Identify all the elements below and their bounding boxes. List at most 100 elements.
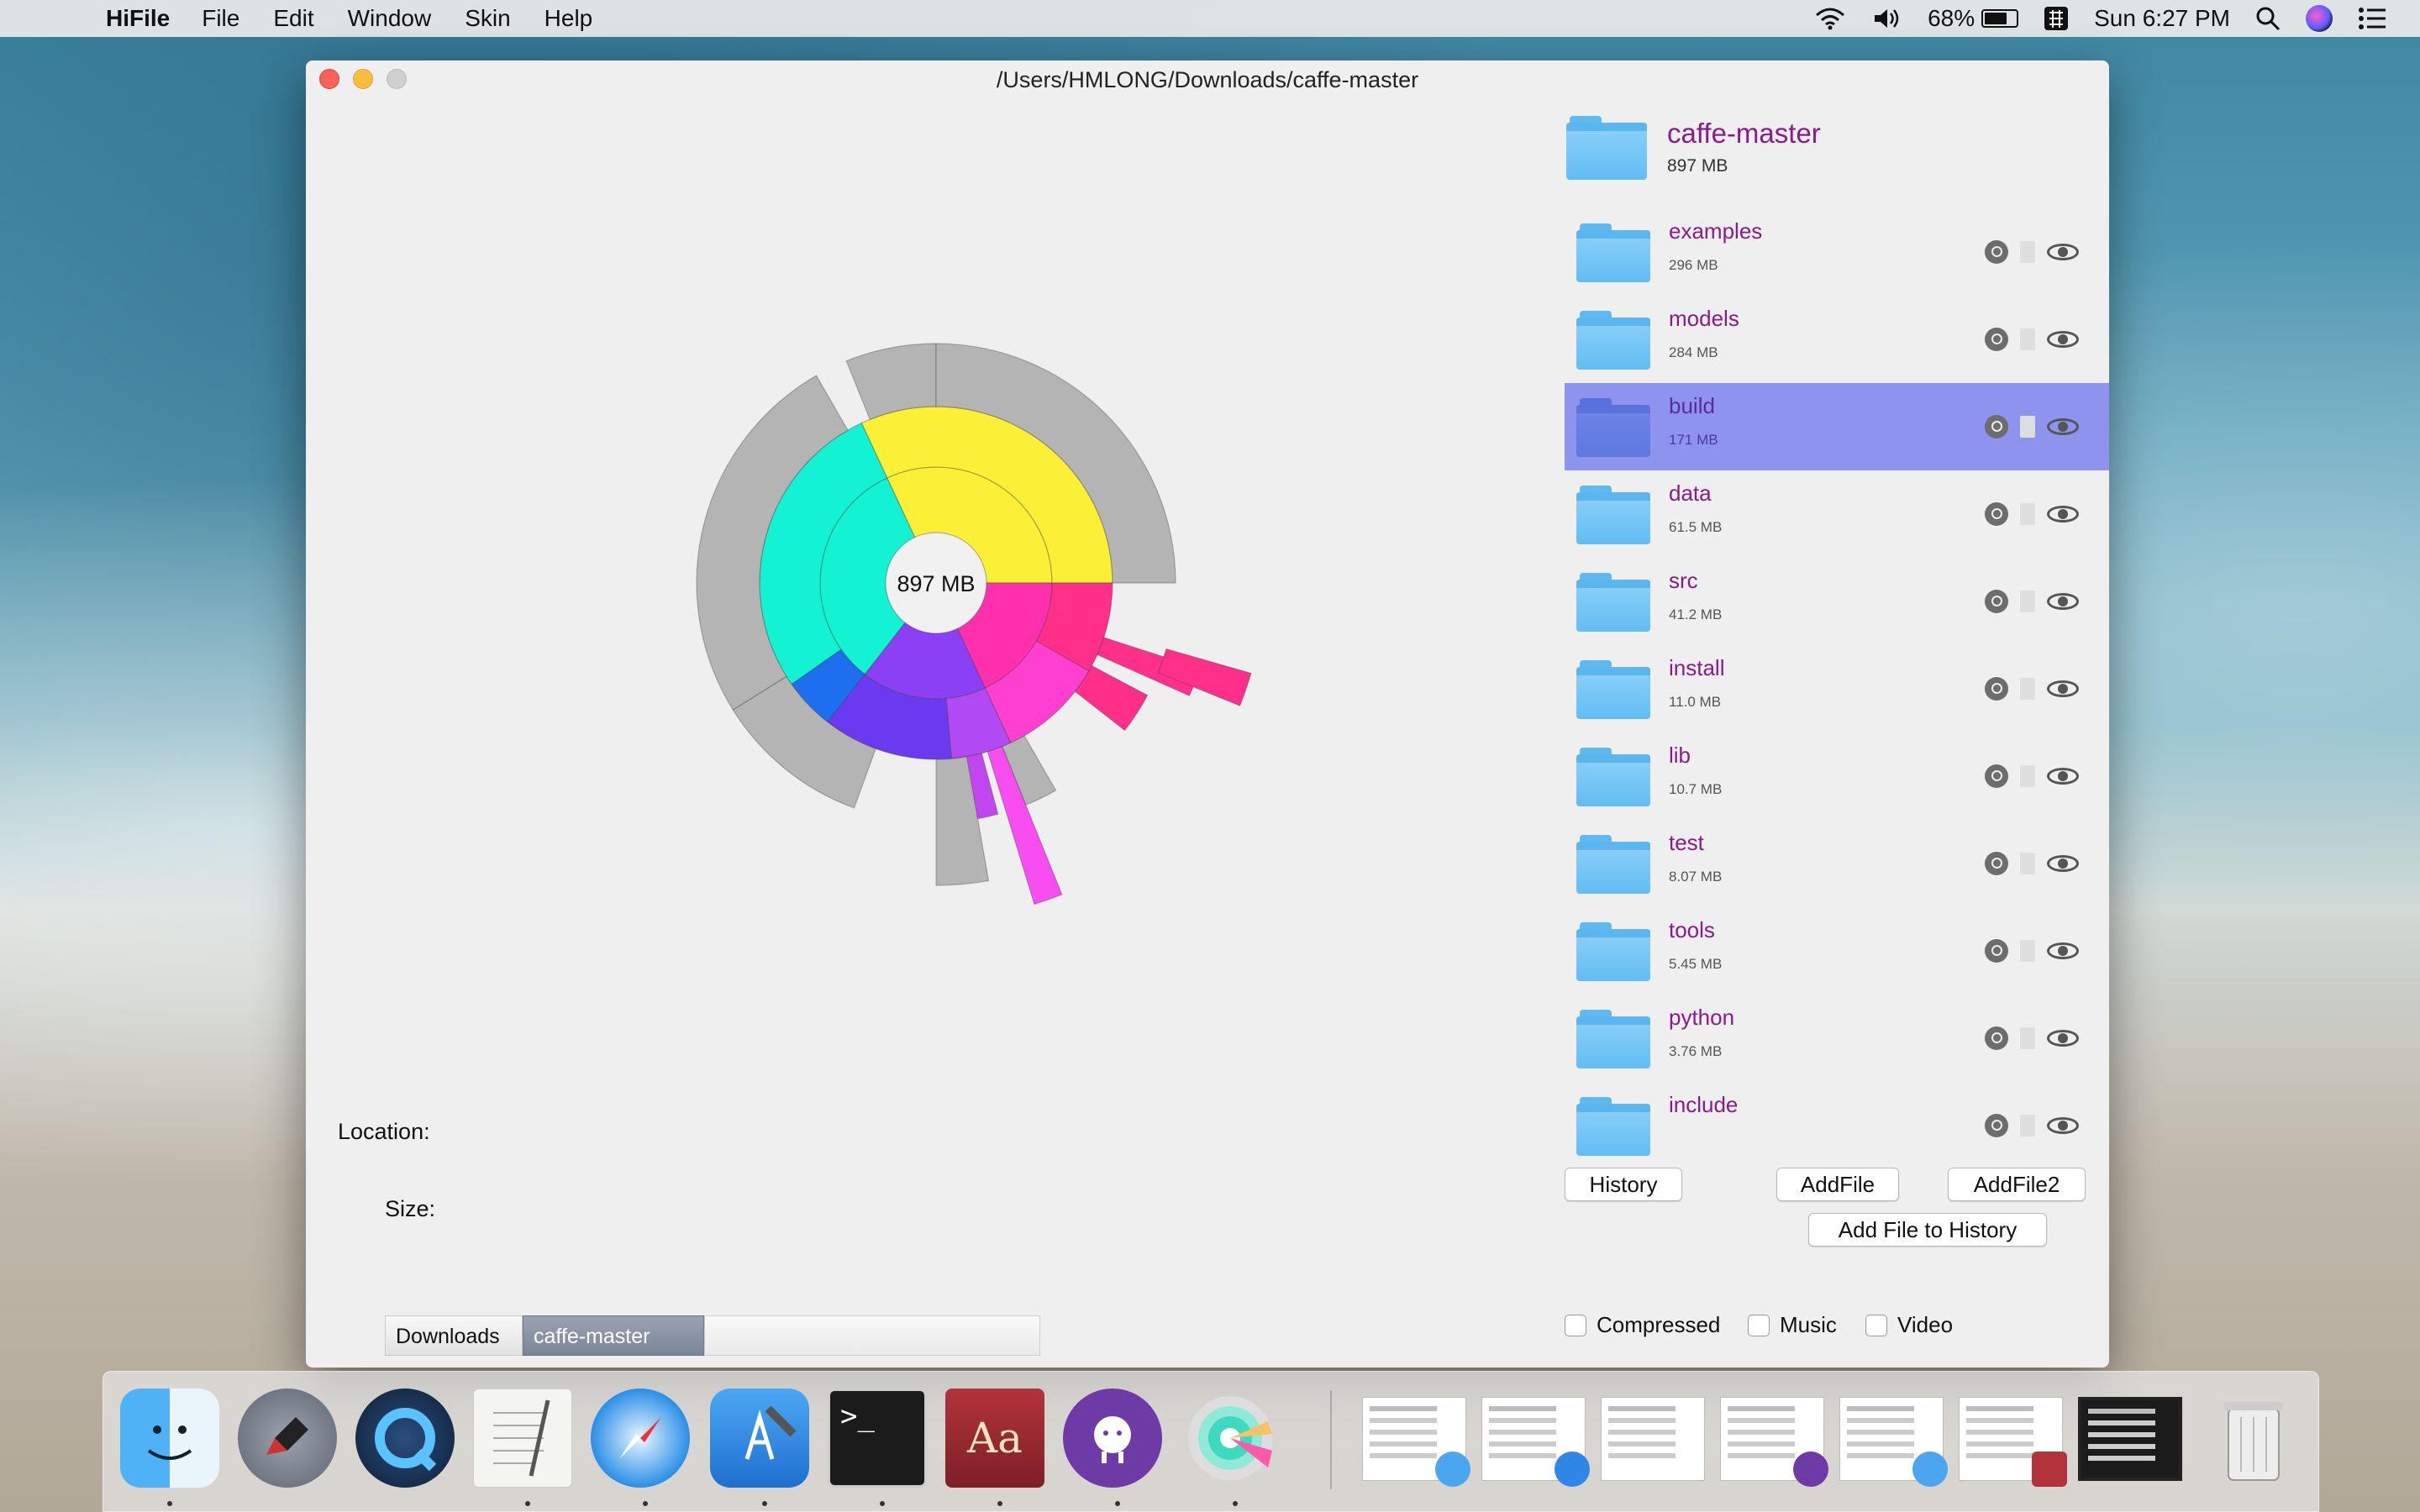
notification-center-icon[interactable] (2358, 7, 2386, 30)
menu-skin[interactable]: Skin (465, 5, 510, 32)
reveal-search-icon[interactable] (1985, 415, 2008, 438)
breadcrumb-caffe-master[interactable]: caffe-master (523, 1315, 704, 1356)
preview-eye-icon[interactable] (2047, 1028, 2079, 1048)
preview-eye-icon[interactable] (2047, 941, 2079, 961)
folder-row-tools[interactable]: tools 5.45 MB (1565, 907, 2109, 995)
folder-row-build[interactable]: build 171 MB (1565, 383, 2109, 470)
textedit-icon[interactable] (473, 1389, 572, 1488)
minimized-window-5[interactable] (1839, 1397, 1948, 1487)
menu-edit[interactable]: Edit (273, 5, 313, 32)
launchpad-icon[interactable] (238, 1389, 337, 1488)
quicktime-icon[interactable] (355, 1389, 455, 1488)
reveal-search-icon[interactable] (1985, 240, 2008, 264)
current-folder-header[interactable]: caffe-master 897 MB (1566, 108, 2087, 192)
preview-eye-icon[interactable] (2047, 766, 2079, 786)
menu-window[interactable]: Window (348, 5, 432, 32)
reveal-search-icon[interactable] (1985, 502, 2008, 526)
textedit-running-indicator (525, 1501, 530, 1506)
trash-icon[interactable] (2204, 1389, 2303, 1488)
dictionary-icon[interactable]: Aa (945, 1389, 1044, 1488)
preview-eye-icon[interactable] (2047, 853, 2079, 874)
trash-icon[interactable] (2020, 853, 2035, 874)
reveal-search-icon[interactable] (1985, 590, 2008, 613)
reveal-search-icon[interactable] (1985, 328, 2008, 351)
sunburst-segment-models-ext-2[interactable] (1157, 648, 1252, 706)
folder-name: lib (1669, 743, 1691, 768)
preview-eye-icon[interactable] (2047, 591, 2079, 612)
trash-icon[interactable] (2020, 940, 2035, 962)
folder-row-src[interactable]: src 41.2 MB (1565, 558, 2109, 645)
folder-size: 41.2 MB (1669, 606, 1723, 622)
add-file-to-history-button[interactable]: Add File to History (1808, 1213, 2047, 1247)
folder-row-models[interactable]: models 284 MB (1565, 296, 2109, 383)
add-file2-button[interactable]: AddFile2 (1948, 1168, 2086, 1201)
sunburst-segment-models-deep[interactable] (1074, 664, 1149, 732)
reveal-search-icon[interactable] (1985, 677, 2008, 701)
minimized-window-2[interactable] (1481, 1397, 1590, 1487)
menu-file[interactable]: File (202, 5, 239, 32)
github-desktop-icon[interactable] (1063, 1389, 1162, 1488)
menu-bar: HiFile File Edit Window Skin Help 68% Su… (0, 0, 2420, 37)
reveal-search-icon[interactable] (1985, 939, 2008, 963)
row-actions (1985, 240, 2079, 264)
minimized-window-3[interactable] (1601, 1397, 1705, 1481)
trash-icon[interactable] (2020, 328, 2035, 350)
breadcrumb: Downloads caffe-master (385, 1315, 1040, 1356)
video-filter[interactable]: Video (1865, 1312, 1953, 1338)
music-filter[interactable]: Music (1748, 1312, 1837, 1338)
folder-icon (1576, 660, 1650, 719)
preview-eye-icon[interactable] (2047, 679, 2079, 699)
video-checkbox[interactable] (1865, 1314, 1887, 1336)
trash-icon[interactable] (2020, 241, 2035, 263)
music-checkbox[interactable] (1748, 1314, 1770, 1336)
folder-row-include[interactable]: include (1565, 1082, 2109, 1168)
xcode-icon[interactable] (710, 1389, 809, 1488)
folder-row-python[interactable]: python 3.76 MB (1565, 995, 2109, 1082)
folder-row-test[interactable]: test 8.07 MB (1565, 820, 2109, 907)
preview-eye-icon[interactable] (2047, 417, 2079, 437)
folder-row-install[interactable]: install 11.0 MB (1565, 645, 2109, 732)
sunburst-chart[interactable]: 897 MB (306, 60, 1566, 1152)
siri-icon[interactable] (2306, 5, 2333, 32)
volume-icon[interactable] (1872, 6, 1902, 31)
preview-eye-icon[interactable] (2047, 242, 2079, 262)
preview-eye-icon[interactable] (2047, 1116, 2079, 1136)
folder-row-lib[interactable]: lib 10.7 MB (1565, 732, 2109, 820)
reveal-search-icon[interactable] (1985, 1026, 2008, 1050)
menu-app-name[interactable]: HiFile (106, 5, 170, 32)
breadcrumb-downloads[interactable]: Downloads (385, 1315, 523, 1356)
menu-help[interactable]: Help (544, 5, 593, 32)
folder-row-data[interactable]: data 61.5 MB (1565, 470, 2109, 558)
preview-eye-icon[interactable] (2047, 329, 2079, 349)
clock[interactable]: Sun 6:27 PM (2094, 5, 2230, 32)
add-file-button[interactable]: AddFile (1776, 1168, 1899, 1201)
minimized-window-7[interactable] (2078, 1397, 2182, 1481)
spotlight-search-icon[interactable] (2255, 6, 2281, 31)
compressed-filter[interactable]: Compressed (1565, 1312, 1720, 1338)
battery-status[interactable]: 68% (1928, 5, 2019, 32)
trash-icon[interactable] (2020, 765, 2035, 787)
safari-icon[interactable] (591, 1389, 690, 1488)
trash-icon[interactable] (2020, 503, 2035, 525)
trash-icon[interactable] (2020, 416, 2035, 438)
minimized-window-6[interactable] (1959, 1397, 2067, 1487)
reveal-search-icon[interactable] (1985, 1114, 2008, 1137)
hifile-icon[interactable] (1181, 1389, 1280, 1488)
trash-icon[interactable] (2020, 591, 2035, 612)
trash-icon[interactable] (2020, 678, 2035, 700)
folder-row-examples[interactable]: examples 296 MB (1565, 208, 2109, 296)
wifi-icon[interactable] (1813, 6, 1847, 31)
terminal-icon[interactable]: >_ (828, 1389, 927, 1488)
trash-icon[interactable] (2020, 1027, 2035, 1049)
reveal-search-icon[interactable] (1985, 764, 2008, 788)
finder-icon[interactable] (120, 1389, 219, 1488)
input-method-icon[interactable] (2044, 6, 2069, 31)
minimized-window-1[interactable] (1362, 1397, 1470, 1487)
compressed-checkbox[interactable] (1565, 1314, 1586, 1336)
minimized-window-4[interactable] (1720, 1397, 1828, 1487)
reveal-search-icon[interactable] (1985, 852, 2008, 875)
trash-icon[interactable] (2020, 1115, 2035, 1137)
folder-list[interactable]: examples 296 MB models 284 MB build 171 MB dat… (1565, 208, 2109, 1168)
preview-eye-icon[interactable] (2047, 504, 2079, 524)
history-button[interactable]: History (1565, 1168, 1682, 1201)
